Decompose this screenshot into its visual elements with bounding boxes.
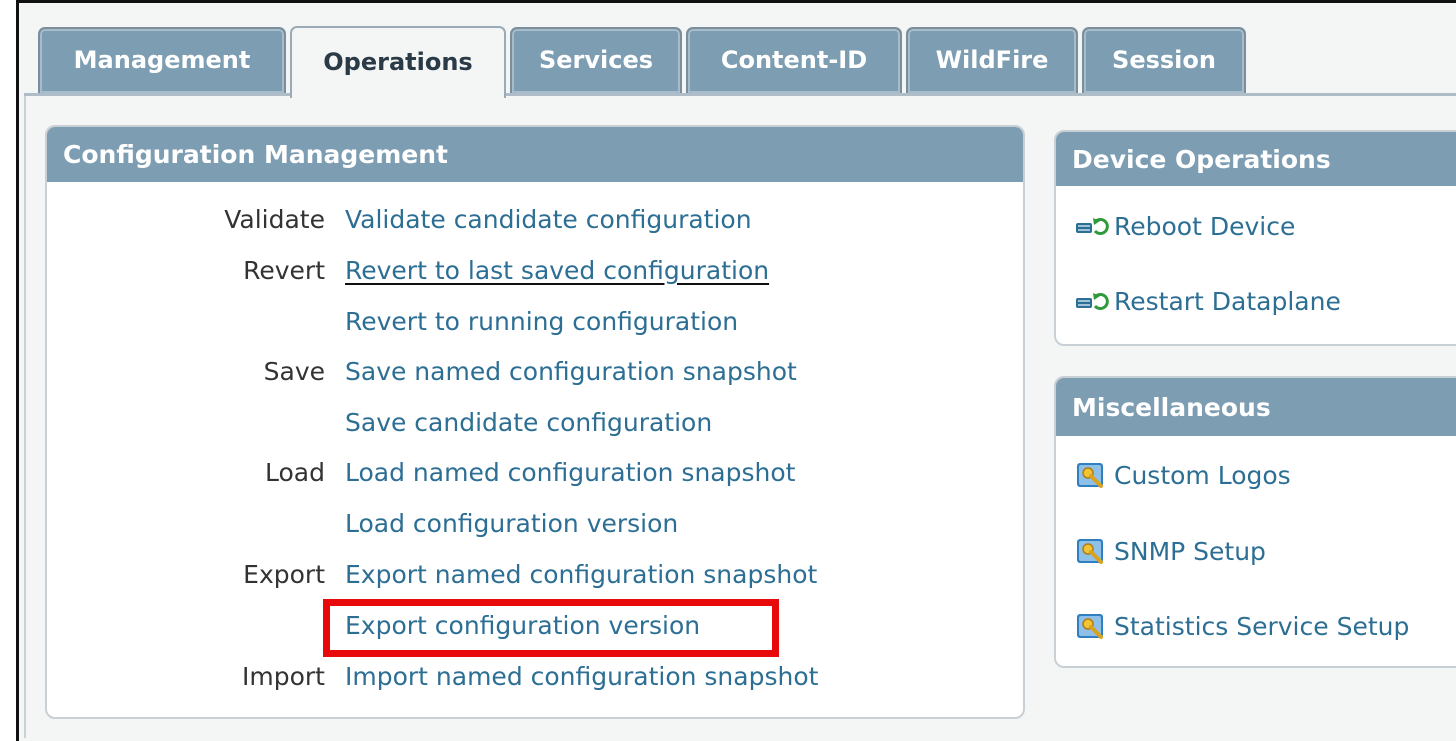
custom-logos-label: Custom Logos <box>1114 460 1291 490</box>
config-row-save: Save Save named configuration snapshot <box>47 357 1023 397</box>
miscellaneous-panel: Miscellaneous Custom Logos SNMP Setup St… <box>1054 376 1456 668</box>
panel-title: Miscellaneous <box>1072 392 1271 422</box>
load-named-snapshot-link[interactable]: Load named configuration snapshot <box>345 458 795 487</box>
load-version-link[interactable]: Load configuration version <box>345 509 678 538</box>
import-named-snapshot-link[interactable]: Import named configuration snapshot <box>345 662 818 691</box>
tab-label: Operations <box>323 48 473 76</box>
custom-logos-link[interactable]: Custom Logos <box>1074 460 1291 490</box>
tab-label: WildFire <box>935 46 1049 74</box>
restart-dataplane-link[interactable]: Restart Dataplane <box>1074 287 1341 316</box>
reboot-device-label: Reboot Device <box>1114 212 1296 241</box>
panel-title: Configuration Management <box>63 140 448 169</box>
row-group-label: Revert <box>243 256 325 285</box>
reboot-device-link[interactable]: Reboot Device <box>1074 212 1295 241</box>
config-row-load-version: Load configuration version <box>47 509 1023 549</box>
config-row-export: Export Export named configuration snapsh… <box>47 560 1023 600</box>
row-group-label: Validate <box>224 205 325 234</box>
save-candidate-link[interactable]: Save candidate configuration <box>345 408 712 437</box>
tab-operations[interactable]: Operations <box>290 26 506 98</box>
restart-icon <box>1076 292 1109 310</box>
config-row-import: Import Import named configuration snapsh… <box>47 662 1023 702</box>
revert-running-link[interactable]: Revert to running configuration <box>345 307 738 336</box>
tab-session[interactable]: Session <box>1082 27 1246 93</box>
config-row-validate: Validate Validate candidate configuratio… <box>47 205 1023 245</box>
statistics-service-setup-link[interactable]: Statistics Service Setup <box>1074 611 1409 641</box>
validate-candidate-link[interactable]: Validate candidate configuration <box>345 205 752 234</box>
miscellaneous-header: Miscellaneous <box>1056 378 1456 436</box>
left-divider <box>24 96 26 738</box>
export-named-snapshot-link[interactable]: Export named configuration snapshot <box>345 560 817 589</box>
device-operations-header: Device Operations <box>1056 132 1456 186</box>
row-group-label: Export <box>243 560 325 589</box>
row-group-label: Save <box>263 357 325 386</box>
settings-key-icon <box>1077 614 1103 639</box>
row-group-label: Load <box>265 458 325 487</box>
tab-management[interactable]: Management <box>38 27 286 93</box>
settings-key-icon <box>1077 539 1103 564</box>
config-row-save-candidate: Save candidate configuration <box>47 408 1023 448</box>
tab-label: Content-ID <box>720 46 868 74</box>
device-operations-panel: Device Operations Reboot Device Restart … <box>1054 130 1456 346</box>
config-row-revert-running: Revert to running configuration <box>47 307 1023 347</box>
panel-title: Device Operations <box>1072 144 1331 174</box>
tab-label: Services <box>538 46 654 74</box>
tab-wildfire[interactable]: WildFire <box>906 27 1078 93</box>
config-management-header: Configuration Management <box>47 127 1023 182</box>
statistics-service-setup-label: Statistics Service Setup <box>1114 611 1410 641</box>
config-row-export-version: Export configuration version <box>47 611 1023 651</box>
tab-content-id[interactable]: Content-ID <box>686 27 902 93</box>
tab-services[interactable]: Services <box>510 27 682 93</box>
snmp-setup-label: SNMP Setup <box>1114 536 1266 566</box>
tab-bar: Management Operations Services Content-I… <box>0 0 1456 100</box>
revert-last-saved-link[interactable]: Revert to last saved configuration <box>345 256 769 285</box>
config-management-panel: Configuration Management Validate Valida… <box>45 125 1025 719</box>
restart-dataplane-label: Restart Dataplane <box>1114 287 1341 316</box>
settings-key-icon <box>1077 463 1103 488</box>
tab-label: Session <box>1112 46 1216 74</box>
reboot-icon <box>1076 217 1109 235</box>
row-group-label: Import <box>242 662 325 691</box>
tab-baseline <box>24 93 1456 96</box>
tab-label: Management <box>73 46 251 74</box>
snmp-setup-link[interactable]: SNMP Setup <box>1074 536 1266 566</box>
config-row-load: Load Load named configuration snapshot <box>47 458 1023 498</box>
export-version-link[interactable]: Export configuration version <box>345 611 700 640</box>
config-row-revert: Revert Revert to last saved configuratio… <box>47 256 1023 296</box>
save-named-snapshot-link[interactable]: Save named configuration snapshot <box>345 357 797 386</box>
